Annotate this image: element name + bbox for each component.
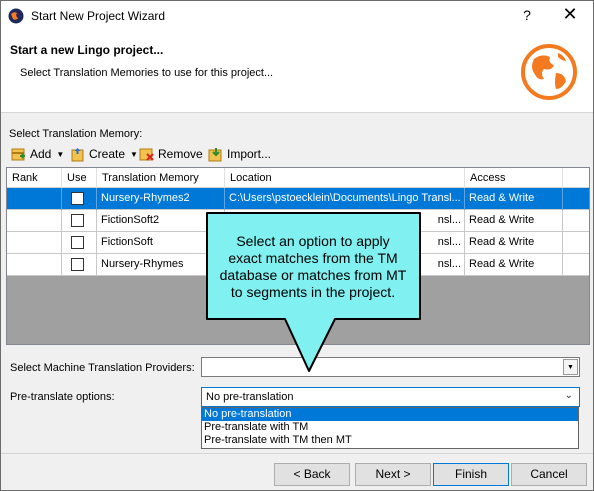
- cancel-button[interactable]: Cancel: [511, 463, 587, 486]
- use-cell: [62, 210, 97, 232]
- chevron-down-icon[interactable]: ▼: [563, 359, 578, 375]
- callout-line: exact matches from the TM: [228, 250, 398, 266]
- help-callout: Select an option to apply exact matches …: [205, 211, 422, 372]
- title-bar: Start New Project Wizard ? ✕: [1, 1, 593, 31]
- access-cell: Read & Write: [465, 188, 563, 210]
- column-header-location[interactable]: Location: [225, 168, 465, 188]
- callout-line: Select an option to apply: [236, 233, 390, 249]
- finish-button[interactable]: Finish: [433, 463, 509, 486]
- help-button[interactable]: ?: [517, 7, 537, 23]
- location-cell: C:\Users\pstoecklein\Documents\Lingo Tra…: [225, 188, 465, 210]
- wizard-window: Start New Project Wizard ? ✕ Start a new…: [0, 0, 594, 491]
- remove-label: Remove: [158, 147, 203, 161]
- close-button[interactable]: ✕: [557, 4, 583, 25]
- add-button[interactable]: Add ▼: [11, 145, 64, 163]
- import-button[interactable]: Import...: [208, 145, 271, 163]
- app-icon: [8, 8, 24, 24]
- pretranslate-dropdown-list: No pre-translation Pre-translate with TM…: [201, 407, 579, 449]
- pretranslate-value: No pre-translation: [206, 391, 294, 403]
- create-dropdown-caret-icon: ▼: [130, 149, 138, 159]
- use-cell: [62, 232, 97, 254]
- access-cell: Read & Write: [465, 210, 563, 232]
- column-header-translation-memory[interactable]: Translation Memory: [97, 168, 225, 188]
- next-button[interactable]: Next >: [355, 463, 431, 486]
- pretranslate-option[interactable]: No pre-translation: [202, 408, 578, 421]
- add-dropdown-caret-icon: ▼: [56, 149, 65, 159]
- import-label: Import...: [227, 147, 272, 161]
- header-title: Start a new Lingo project...: [10, 43, 164, 57]
- remove-icon: [139, 148, 154, 161]
- use-cell: [62, 254, 97, 276]
- remove-button[interactable]: Remove: [139, 145, 203, 163]
- column-header-use[interactable]: Use: [62, 168, 97, 188]
- window-title: Start New Project Wizard: [31, 9, 166, 23]
- column-header-rank[interactable]: Rank: [7, 168, 62, 188]
- globe-logo-icon: [521, 44, 577, 100]
- create-label: Create: [89, 147, 126, 161]
- table-row[interactable]: Nursery-Rhymes2 C:\Users\pstoecklein\Doc…: [7, 188, 589, 210]
- tm-section-label: Select Translation Memory:: [9, 128, 143, 140]
- use-cell: [62, 188, 97, 210]
- add-icon: [11, 148, 25, 160]
- back-button[interactable]: < Back: [274, 463, 350, 486]
- tm-name-cell: Nursery-Rhymes2: [97, 188, 225, 210]
- access-cell: Read & Write: [465, 232, 563, 254]
- pretranslate-option[interactable]: Pre-translate with TM: [202, 421, 578, 434]
- wizard-header: Start a new Lingo project... Select Tran…: [1, 31, 593, 113]
- callout-line: database or matches from MT: [219, 267, 407, 283]
- callout-line: to segments in the project.: [230, 284, 396, 300]
- tm-table-header: Rank Use Translation Memory Location Acc…: [7, 168, 589, 188]
- mt-providers-label: Select Machine Translation Providers:: [10, 362, 195, 374]
- rank-cell: [7, 188, 62, 210]
- pretranslate-select[interactable]: No pre-translation ⌄: [201, 387, 580, 407]
- footer-divider: [1, 453, 593, 454]
- pretranslate-option[interactable]: Pre-translate with TM then MT: [202, 434, 578, 447]
- rank-cell: [7, 254, 62, 276]
- add-label: Add: [30, 147, 52, 161]
- access-cell: Read & Write: [465, 254, 563, 276]
- create-button[interactable]: Create ▼: [70, 145, 138, 163]
- header-subtitle: Select Translation Memories to use for t…: [20, 67, 274, 79]
- chevron-down-icon[interactable]: ⌄: [565, 390, 573, 401]
- pretranslate-label: Pre-translate options:: [10, 391, 115, 403]
- create-icon: [71, 147, 84, 161]
- callout-text: Select an option to apply exact matches …: [209, 233, 417, 301]
- rank-cell: [7, 210, 62, 232]
- column-header-access[interactable]: Access: [465, 168, 563, 188]
- import-icon: [208, 147, 222, 161]
- rank-cell: [7, 232, 62, 254]
